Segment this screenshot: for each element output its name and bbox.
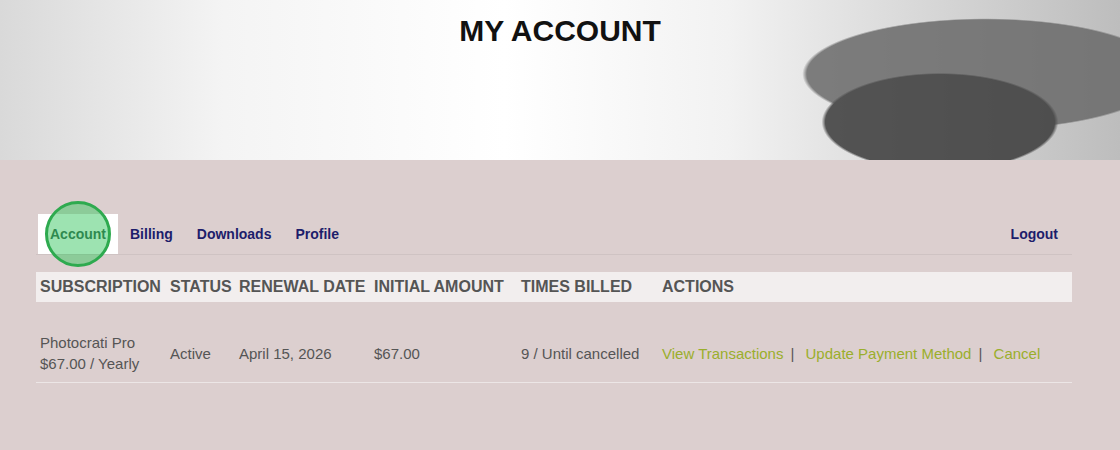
times-billed-cell: 9 / Until cancelled [517, 302, 658, 383]
column-header: SUBSCRIPTION [36, 272, 166, 302]
account-page: MY ACCOUNT Account Billing Downloads Pro… [0, 0, 1120, 450]
column-header: ACTIONS [658, 272, 1072, 302]
account-content: Account Billing Downloads Profile Logout… [0, 160, 1120, 383]
account-tab[interactable]: Profile [283, 214, 351, 254]
column-header: TIMES BILLED [517, 272, 658, 302]
table-header: SUBSCRIPTIONSTATUSRENEWAL DATEINITIAL AM… [36, 272, 1072, 302]
actions-cell: View Transactions | Update Payment Method… [658, 302, 1072, 383]
table-row: Photocrati Pro $67.00 / YearlyActiveApri… [36, 302, 1072, 383]
account-tab[interactable]: Account [38, 214, 118, 254]
status-cell: Active [166, 302, 235, 383]
page-title: MY ACCOUNT [0, 0, 1120, 48]
action-separator: | [790, 345, 794, 362]
action-link[interactable]: Update Payment Method [806, 345, 972, 362]
renewal-date-cell: April 15, 2026 [235, 302, 370, 383]
click-marker [45, 201, 111, 267]
account-tabs: Account Billing Downloads Profile Logout [36, 214, 1072, 255]
account-tab[interactable]: Downloads [185, 214, 284, 254]
column-header: INITIAL AMOUNT [370, 272, 517, 302]
account-tab[interactable]: Billing [118, 214, 185, 254]
page-header: MY ACCOUNT [0, 0, 1120, 160]
action-link[interactable]: View Transactions [662, 345, 783, 362]
subscriptions-table: SUBSCRIPTIONSTATUSRENEWAL DATEINITIAL AM… [36, 272, 1072, 383]
action-separator: | [978, 345, 982, 362]
initial-amount-cell: $67.00 [370, 302, 517, 383]
logout-link[interactable]: Logout [999, 214, 1072, 254]
header-photo [670, 10, 1120, 160]
subscription-cell: Photocrati Pro $67.00 / Yearly [36, 302, 166, 383]
column-header: STATUS [166, 272, 235, 302]
column-header: RENEWAL DATE [235, 272, 370, 302]
action-link[interactable]: Cancel [994, 345, 1041, 362]
